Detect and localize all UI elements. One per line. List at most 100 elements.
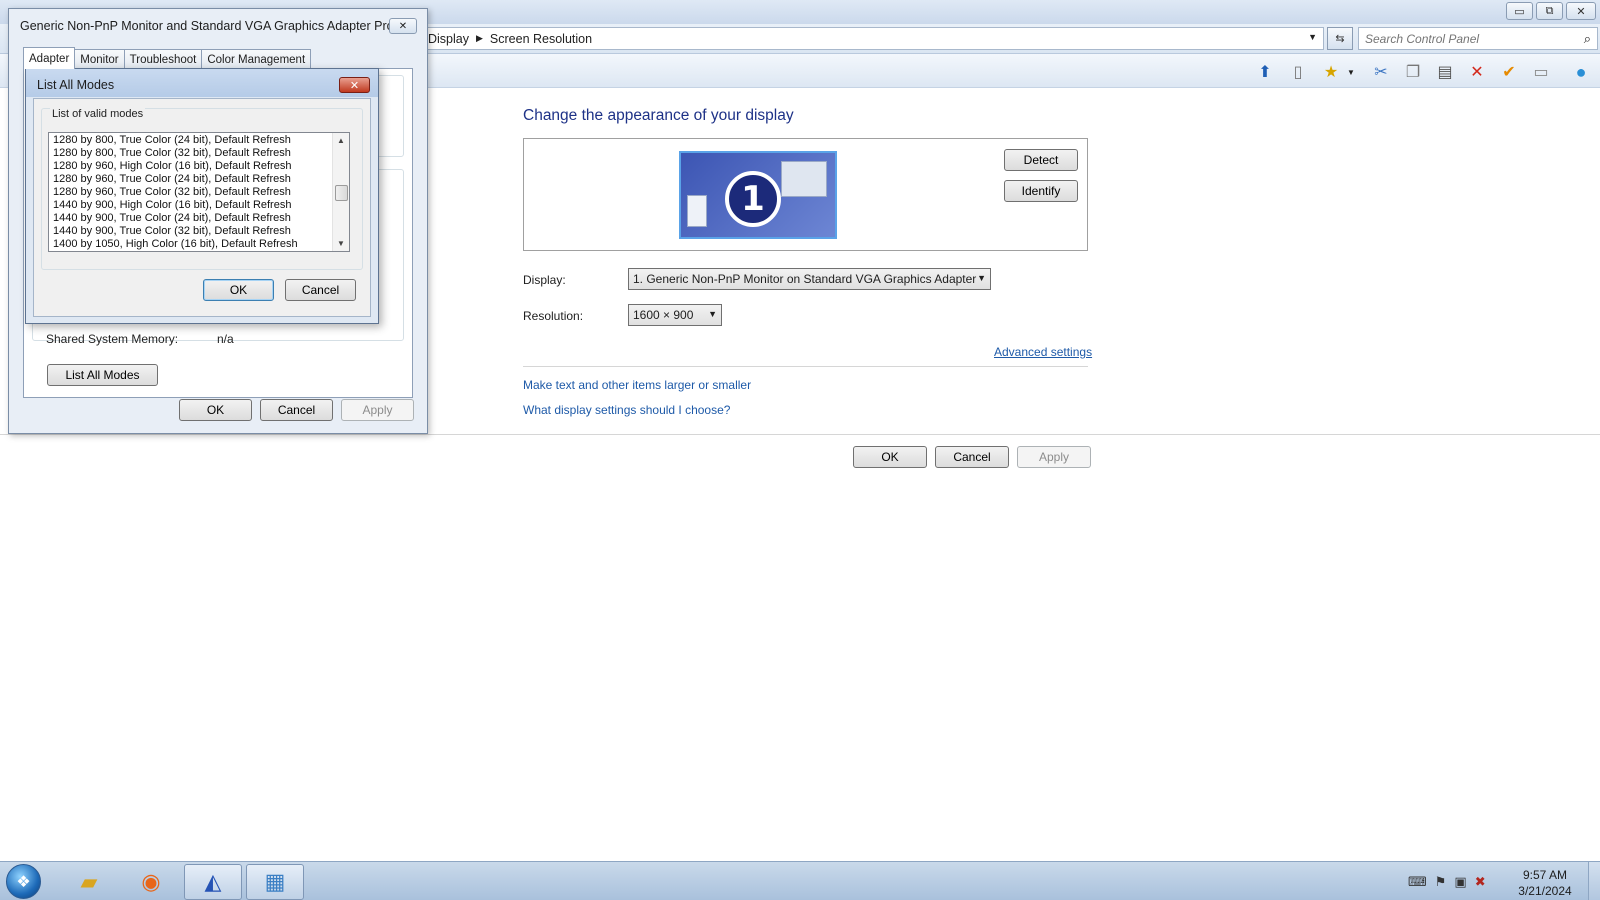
- scissors-icon[interactable]: ✂: [1370, 61, 1392, 83]
- identify-button[interactable]: Identify: [1004, 180, 1078, 202]
- advanced-settings-link[interactable]: Advanced settings: [994, 345, 1092, 359]
- panel-icon[interactable]: ▯: [1287, 61, 1309, 83]
- sailing-app-icon[interactable]: ◭: [184, 864, 242, 900]
- list-item[interactable]: 1280 by 800, True Color (24 bit), Defaul…: [53, 134, 333, 147]
- monitor-number-badge: 1: [725, 171, 781, 227]
- copy-icon[interactable]: ❐: [1402, 61, 1424, 83]
- breadcrumb-display[interactable]: Display: [428, 32, 469, 46]
- scrollbar-thumb[interactable]: [335, 185, 348, 201]
- breadcrumb-separator-icon: ▶: [476, 33, 483, 43]
- firefox-icon[interactable]: ◉: [122, 864, 180, 900]
- ok-button[interactable]: OK: [203, 279, 274, 301]
- valid-modes-label: List of valid modes: [50, 108, 146, 120]
- minimize-icon: ▭: [1514, 5, 1525, 18]
- list-item[interactable]: 1280 by 800, True Color (32 bit), Defaul…: [53, 147, 333, 160]
- text-size-link[interactable]: Make text and other items larger or smal…: [523, 378, 751, 392]
- detect-button[interactable]: Detect: [1004, 149, 1078, 171]
- apply-button[interactable]: Apply: [1017, 446, 1091, 468]
- list-item[interactable]: 1400 by 1050, High Color (16 bit), Defau…: [53, 238, 333, 251]
- dialog-body: List of valid modes 1280 by 800, True Co…: [33, 98, 371, 317]
- search-input[interactable]: [1359, 28, 1569, 49]
- chevron-down-icon[interactable]: ▼: [1340, 61, 1362, 83]
- scroll-up-icon[interactable]: ▲: [333, 133, 349, 148]
- breadcrumb-screen-resolution[interactable]: Screen Resolution: [490, 32, 592, 46]
- list-item[interactable]: 1440 by 900, High Color (16 bit), Defaul…: [53, 199, 333, 212]
- search-icon[interactable]: ⌕: [1584, 31, 1591, 47]
- delete-icon[interactable]: ✕: [1466, 61, 1488, 83]
- resolution-label: Resolution:: [523, 309, 584, 323]
- paste-icon[interactable]: ▤: [1434, 61, 1456, 83]
- history-dropdown-icon[interactable]: ▼: [1308, 32, 1317, 42]
- system-tray: ⌨ ⚑ ▣ ✖: [1408, 870, 1486, 894]
- cancel-button[interactable]: Cancel: [285, 279, 356, 301]
- refresh-button[interactable]: ⇆: [1327, 27, 1353, 50]
- display-select[interactable]: 1. Generic Non-PnP Monitor on Standard V…: [628, 268, 991, 290]
- network-icon[interactable]: ▣: [1454, 874, 1466, 890]
- list-item[interactable]: 1280 by 960, True Color (32 bit), Defaul…: [53, 186, 333, 199]
- chevron-down-icon: ▼: [977, 273, 986, 283]
- tab-troubleshoot[interactable]: Troubleshoot: [123, 49, 203, 69]
- window-thumbnail-icon: [687, 195, 707, 227]
- close-button[interactable]: ✕: [1566, 2, 1596, 20]
- list-item[interactable]: 1440 by 900, True Color (24 bit), Defaul…: [53, 212, 333, 225]
- volume-muted-icon[interactable]: ✖: [1475, 874, 1486, 890]
- display-help-link[interactable]: What display settings should I choose?: [523, 403, 730, 417]
- apply-button[interactable]: Apply: [341, 399, 414, 421]
- up-arrow-icon[interactable]: ⬆: [1254, 61, 1276, 83]
- minimize-button[interactable]: ▭: [1506, 2, 1533, 20]
- list-item[interactable]: 1440 by 900, True Color (32 bit), Defaul…: [53, 225, 333, 238]
- clock-date[interactable]: 3/21/2024: [1510, 884, 1580, 898]
- shared-memory-value: n/a: [217, 332, 234, 346]
- cancel-button[interactable]: Cancel: [260, 399, 333, 421]
- vertical-scrollbar[interactable]: ▲ ▼: [332, 133, 349, 251]
- restore-icon: ⧉: [1545, 4, 1554, 17]
- page-title: Change the appearance of your display: [523, 107, 794, 124]
- modes-listbox[interactable]: 1280 by 800, True Color (24 bit), Defaul…: [48, 132, 350, 252]
- list-item[interactable]: 1280 by 960, High Color (16 bit), Defaul…: [53, 160, 333, 173]
- list-all-modes-button[interactable]: List All Modes: [47, 364, 158, 386]
- dialog-close-button[interactable]: ✕: [339, 77, 370, 93]
- tab-color-management[interactable]: Color Management: [201, 49, 312, 69]
- globe-icon[interactable]: ●: [1570, 61, 1592, 83]
- list-item[interactable]: 1280 by 960, True Color (24 bit), Defaul…: [53, 173, 333, 186]
- windows-logo-icon: ❖: [16, 873, 31, 891]
- monitor-1[interactable]: 1: [679, 151, 837, 239]
- breadcrumb[interactable]: Display ▶ Screen Resolution ▼: [420, 27, 1324, 50]
- window-icon[interactable]: ▭: [1530, 61, 1552, 83]
- display-label: Display:: [523, 273, 566, 287]
- ok-button[interactable]: OK: [853, 446, 927, 468]
- window-thumbnail-icon: [781, 161, 827, 197]
- file-explorer-icon[interactable]: ▰: [60, 864, 118, 900]
- cancel-button[interactable]: Cancel: [935, 446, 1009, 468]
- list-all-modes-dialog: List All Modes ✕ List of valid modes 128…: [25, 68, 379, 324]
- favorites-icon[interactable]: ★: [1320, 61, 1342, 83]
- taskbar: ❖ ▰ ◉ ◭ ▦ ⌨ ⚑ ▣ ✖ 9:57 AM 3/21/2024: [0, 861, 1600, 900]
- dialog-title: Generic Non-PnP Monitor and Standard VGA…: [20, 19, 405, 33]
- dialog-close-button[interactable]: ✕: [389, 18, 417, 34]
- close-icon: ✕: [398, 20, 408, 32]
- keyboard-icon[interactable]: ⌨: [1408, 874, 1427, 890]
- dialog-title: List All Modes: [37, 78, 115, 92]
- display-select-value: 1. Generic Non-PnP Monitor on Standard V…: [633, 272, 977, 286]
- restore-button[interactable]: ⧉: [1536, 2, 1563, 20]
- search-box[interactable]: ⌕: [1358, 27, 1598, 50]
- resolution-select-value: 1600 × 900: [633, 308, 694, 322]
- control-panel-icon[interactable]: ▦: [246, 864, 304, 900]
- show-desktop-button[interactable]: [1588, 862, 1600, 900]
- check-icon[interactable]: ✔: [1498, 61, 1520, 83]
- divider: [0, 434, 1600, 435]
- tab-adapter[interactable]: Adapter: [23, 47, 76, 69]
- scroll-down-icon[interactable]: ▼: [333, 236, 349, 251]
- divider: [523, 366, 1088, 367]
- tab-strip: Adapter Monitor Troubleshoot Color Manag…: [23, 47, 312, 69]
- tab-monitor[interactable]: Monitor: [74, 49, 125, 69]
- ok-button[interactable]: OK: [179, 399, 252, 421]
- monitor-panel: 1 Detect Identify: [523, 138, 1088, 251]
- shared-memory-label: Shared System Memory:: [46, 332, 179, 346]
- refresh-icon: ⇆: [1335, 33, 1345, 45]
- resolution-select[interactable]: 1600 × 900 ▼: [628, 304, 722, 326]
- dialog-title-bar: List All Modes ✕: [26, 69, 378, 97]
- clock-time[interactable]: 9:57 AM: [1510, 868, 1580, 882]
- flag-icon[interactable]: ⚑: [1435, 874, 1447, 890]
- start-button[interactable]: ❖: [6, 864, 41, 899]
